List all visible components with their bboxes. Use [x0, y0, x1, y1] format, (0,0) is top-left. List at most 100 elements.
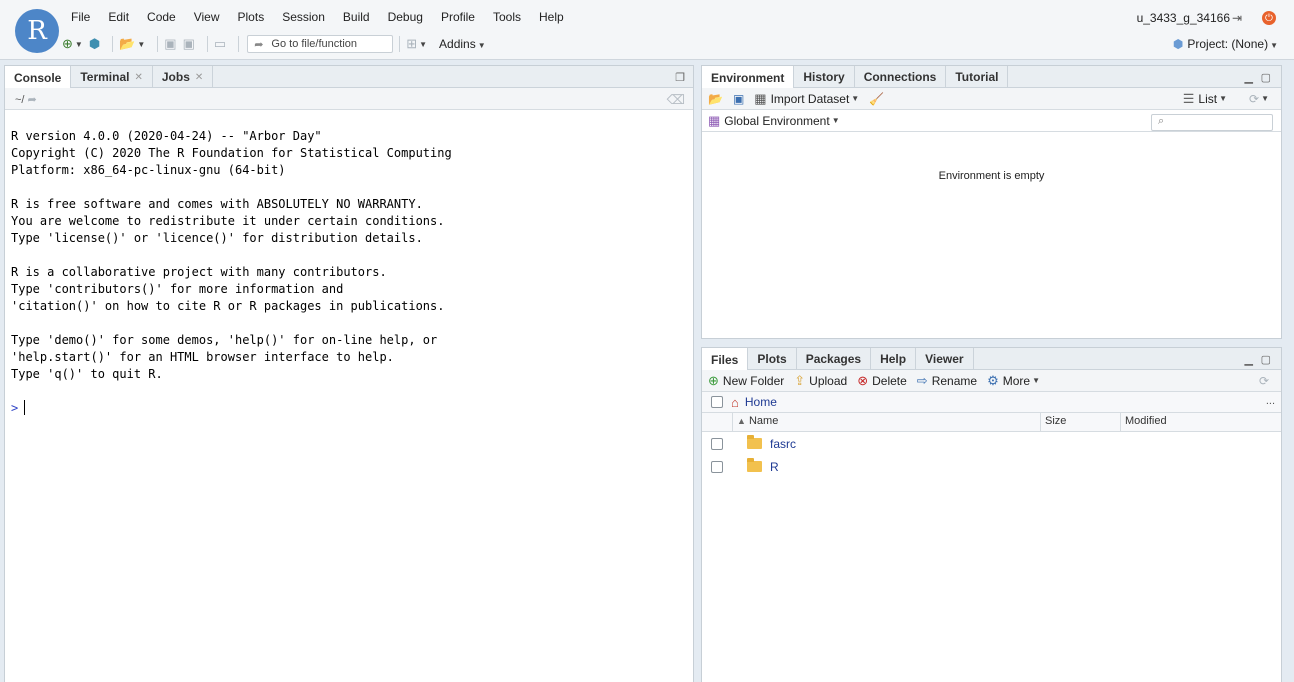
menu-code[interactable]: Code: [138, 10, 185, 26]
scope-menu[interactable]: ▦ Global Environment ▼: [708, 113, 840, 129]
toolbar-divider: [112, 36, 114, 52]
tab-files[interactable]: Files: [702, 348, 749, 371]
addins-menu[interactable]: Addins ▼: [439, 37, 486, 51]
new-file-icon[interactable]: ⊕ ▼: [62, 36, 83, 52]
toolbar-divider: [399, 36, 401, 52]
column-modified-label: Modified: [1125, 415, 1167, 427]
new-folder-icon: ⊕: [708, 372, 719, 388]
file-name-link[interactable]: fasrc: [770, 437, 796, 451]
power-icon[interactable]: ⏻: [1262, 11, 1276, 25]
save-workspace-icon[interactable]: ▣: [733, 92, 744, 106]
toolbar-divider: [238, 36, 240, 52]
import-dataset-button[interactable]: ▦ Import Dataset ▼: [754, 91, 859, 107]
gear-icon: ⚙: [987, 372, 999, 388]
tab-packages[interactable]: Packages: [797, 348, 872, 370]
tab-plots-label: Plots: [757, 352, 787, 366]
column-name[interactable]: ▲ Name: [732, 413, 1042, 431]
upload-button[interactable]: ⇪ Upload: [794, 373, 847, 389]
refresh-icon[interactable]: ⟳: [1259, 374, 1269, 388]
import-dataset-label: Import Dataset: [770, 91, 850, 106]
console-output: R version 4.0.0 (2020-04-24) -- "Arbor D…: [11, 129, 452, 381]
delete-button[interactable]: ⊗ Delete: [857, 373, 907, 389]
go-to-placeholder: Go to file/function: [271, 38, 358, 50]
save-icon[interactable]: ▣: [164, 36, 176, 52]
more-label: More: [1002, 373, 1031, 388]
new-project-icon[interactable]: ⬢: [89, 36, 100, 52]
more-path-button[interactable]: ...: [1266, 395, 1275, 407]
project-icon: ⬢: [1172, 37, 1184, 51]
menu-view[interactable]: View: [185, 10, 229, 26]
new-folder-button[interactable]: ⊕ New Folder: [708, 373, 784, 389]
tab-terminal[interactable]: Terminal ✕: [71, 66, 153, 88]
console-prompt: >: [11, 401, 19, 415]
file-name-link[interactable]: R: [770, 460, 779, 474]
tab-plots[interactable]: Plots: [748, 348, 797, 370]
menu-debug[interactable]: Debug: [379, 10, 432, 26]
menu-tools[interactable]: Tools: [484, 10, 530, 26]
user-name: u_3433_g_34166: [1136, 11, 1230, 25]
open-file-icon[interactable]: 📂 ▼: [119, 36, 145, 52]
column-modified[interactable]: Modified: [1120, 413, 1281, 431]
menu-edit[interactable]: Edit: [99, 10, 138, 26]
menu-profile[interactable]: Profile: [432, 10, 484, 26]
tab-connections-label: Connections: [863, 70, 937, 84]
go-to-file-input[interactable]: ➦ Go to file/function: [247, 35, 394, 53]
tab-connections[interactable]: Connections: [855, 66, 947, 88]
tab-viewer-label: Viewer: [925, 352, 964, 366]
go-to-arrow-icon: ➦: [254, 38, 264, 51]
tab-terminal-label: Terminal: [80, 70, 130, 84]
save-all-icon[interactable]: ▣: [183, 36, 195, 52]
project-menu[interactable]: ⬢ Project: (None) ▼: [1173, 37, 1278, 51]
minimize-pane-icon[interactable]: ▁: [1245, 71, 1253, 84]
menu-build[interactable]: Build: [334, 10, 379, 26]
go-to-dir-icon[interactable]: ➦: [27, 94, 36, 106]
menu-file[interactable]: File: [62, 10, 99, 26]
new-folder-label: New Folder: [722, 373, 785, 388]
table-row[interactable]: fasrc: [702, 432, 1281, 455]
menu-plots[interactable]: Plots: [229, 10, 274, 26]
view-mode-menu[interactable]: ☰ List ▼: [1183, 91, 1227, 107]
table-row[interactable]: R: [702, 455, 1281, 478]
search-icon: ⌕: [1158, 115, 1165, 127]
workspace-panes-icon[interactable]: ⊞ ▼: [406, 36, 427, 52]
menu-help[interactable]: Help: [530, 10, 573, 26]
tab-viewer[interactable]: Viewer: [916, 348, 974, 370]
close-icon[interactable]: ✕: [195, 72, 203, 83]
top-bar: R File Edit Code View Plots Session Buil…: [0, 0, 1294, 60]
delete-icon: ⊗: [857, 372, 869, 388]
menu-session[interactable]: Session: [273, 10, 334, 26]
tab-environment[interactable]: Environment: [702, 66, 795, 89]
files-toolbar: ⊕ New Folder ⇪ Upload ⊗ Delete ⇨ Rename ⚙ Mor…: [702, 370, 1281, 392]
tab-help[interactable]: Help: [871, 348, 917, 370]
tab-history[interactable]: History: [794, 66, 855, 88]
environment-search-input[interactable]: ⌕: [1151, 114, 1273, 131]
rename-button[interactable]: ⇨ Rename: [917, 373, 977, 389]
breadcrumb-home[interactable]: Home: [745, 395, 777, 409]
clear-workspace-icon[interactable]: 🧹: [869, 92, 884, 106]
console-pane: Console Terminal ✕ Jobs ✕ ❐ ~/➦ ⌫ R versio…: [4, 65, 694, 682]
clear-console-icon[interactable]: ⌫: [667, 92, 685, 108]
print-icon[interactable]: ▭: [214, 36, 226, 52]
tab-tutorial[interactable]: Tutorial: [946, 66, 1009, 88]
select-all-checkbox[interactable]: [711, 396, 723, 408]
maximize-pane-icon[interactable]: ▢: [1261, 71, 1271, 84]
tab-jobs[interactable]: Jobs ✕: [153, 66, 214, 88]
close-icon[interactable]: ✕: [134, 72, 142, 83]
load-workspace-icon[interactable]: 📂: [708, 92, 723, 106]
tab-console-label: Console: [14, 70, 62, 85]
restore-pane-icon[interactable]: ❐: [675, 71, 685, 84]
refresh-icon[interactable]: ⟳ ▼: [1249, 92, 1269, 106]
environment-toolbar: 📂 ▣ ▦ Import Dataset ▼ 🧹 ☰ List ▼ ⟳ ▼: [702, 88, 1281, 110]
sign-out-icon[interactable]: ⇥: [1232, 11, 1242, 25]
console-input[interactable]: >: [11, 400, 26, 415]
more-menu[interactable]: ⚙ More ▼: [987, 373, 1040, 389]
row-checkbox[interactable]: [711, 437, 723, 450]
maximize-pane-icon[interactable]: ▢: [1261, 353, 1271, 366]
minimize-pane-icon[interactable]: ▁: [1245, 353, 1253, 366]
column-size[interactable]: Size: [1040, 413, 1120, 431]
row-checkbox[interactable]: [711, 460, 723, 473]
home-icon[interactable]: ⌂: [731, 395, 739, 410]
tab-console[interactable]: Console: [5, 66, 72, 89]
rename-label: Rename: [931, 373, 978, 388]
sort-ascending-icon: ▲: [737, 416, 746, 426]
